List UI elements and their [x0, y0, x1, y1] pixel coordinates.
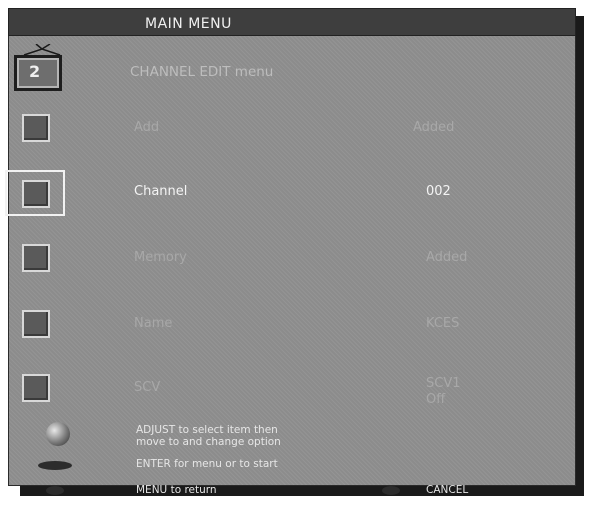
row-value-memory[interactable]: Added [426, 250, 467, 265]
scv-icon[interactable] [22, 374, 50, 402]
row-value-scv-state[interactable]: Off [426, 392, 445, 407]
channel-edit-glyph: 2 [29, 62, 41, 81]
row-value-add[interactable]: Added [413, 120, 454, 135]
submenu-title: CHANNEL EDIT menu [130, 64, 274, 80]
menu-panel [8, 8, 576, 486]
row-value-name[interactable]: KCES [426, 316, 459, 331]
menu-title: MAIN MENU [145, 16, 232, 32]
menu-button-icon [46, 486, 64, 495]
row-label-name[interactable]: Name [134, 316, 172, 331]
row-label-scv[interactable]: SCV [134, 380, 160, 395]
row-label-channel[interactable]: Channel [134, 184, 187, 199]
cancel-button-icon [382, 486, 400, 495]
row-label-add[interactable]: Add [134, 120, 159, 135]
memory-icon[interactable] [22, 244, 50, 272]
help-adjust-line1: ADJUST to select item then [136, 424, 278, 436]
help-cancel: CANCEL [426, 484, 469, 496]
channel-edit-icon[interactable]: 2 [14, 55, 62, 91]
adjust-knob-icon [46, 422, 70, 446]
help-adjust-line2: move to and change option [136, 436, 281, 448]
enter-button-icon [38, 461, 72, 470]
channel-icon[interactable] [22, 180, 50, 208]
help-menu: MENU to return [136, 484, 217, 496]
add-icon[interactable] [22, 114, 50, 142]
row-label-memory[interactable]: Memory [134, 250, 187, 265]
help-enter: ENTER for menu or to start [136, 458, 278, 470]
title-bar: MAIN MENU [8, 8, 576, 36]
name-icon[interactable] [22, 310, 50, 338]
row-value-channel[interactable]: 002 [426, 184, 451, 199]
row-value-scv[interactable]: SCV1 [426, 376, 461, 391]
